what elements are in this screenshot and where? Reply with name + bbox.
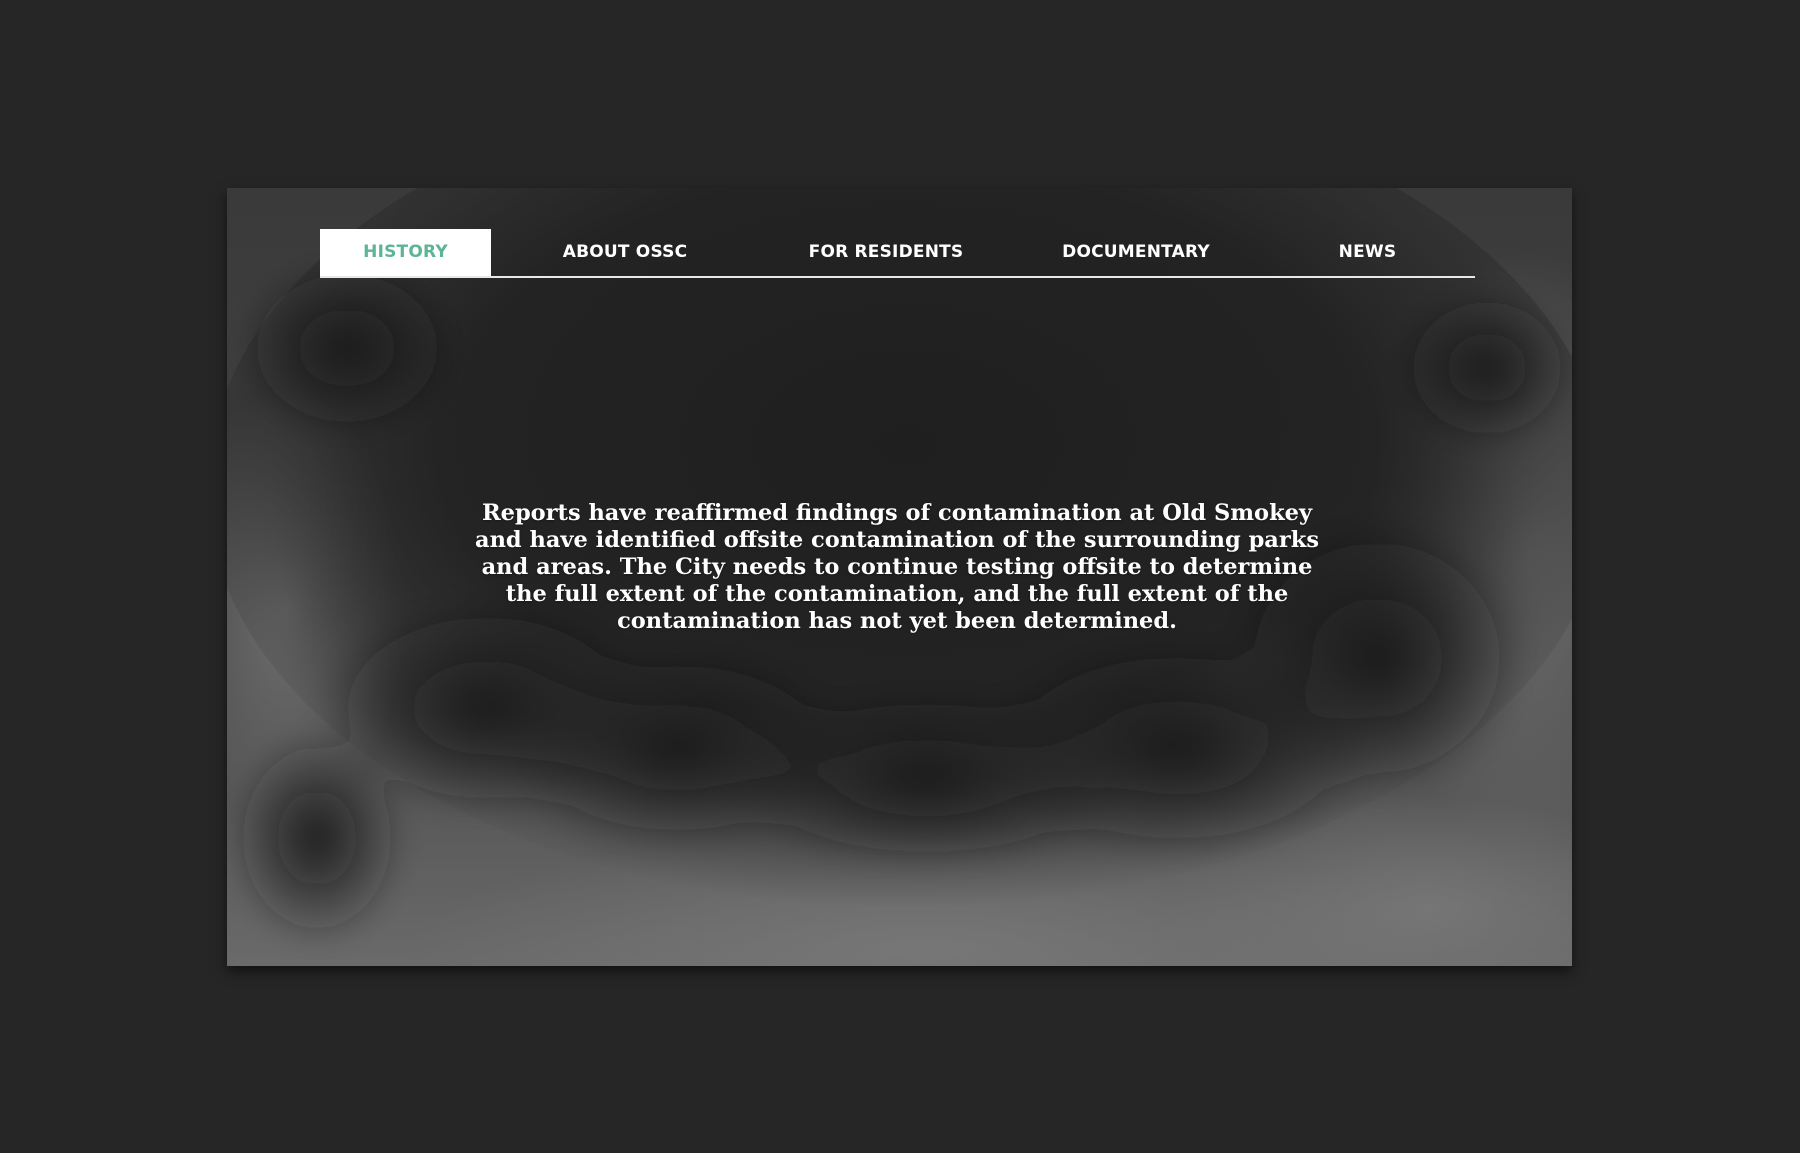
tab-for-residents[interactable]: FOR RESIDENTS bbox=[772, 229, 1000, 276]
tab-history[interactable]: HISTORY bbox=[320, 229, 491, 276]
main-nav: HISTORY ABOUT OSSC FOR RESIDENTS DOCUMEN… bbox=[320, 229, 1475, 278]
hero-panel: HISTORY ABOUT OSSC FOR RESIDENTS DOCUMEN… bbox=[227, 188, 1572, 966]
hero-message: Reports have reaffirmed findings of cont… bbox=[474, 500, 1319, 634]
tab-news[interactable]: NEWS bbox=[1285, 229, 1450, 276]
tab-documentary[interactable]: DOCUMENTARY bbox=[1030, 229, 1242, 276]
tab-about-ossc[interactable]: ABOUT OSSC bbox=[525, 229, 725, 276]
